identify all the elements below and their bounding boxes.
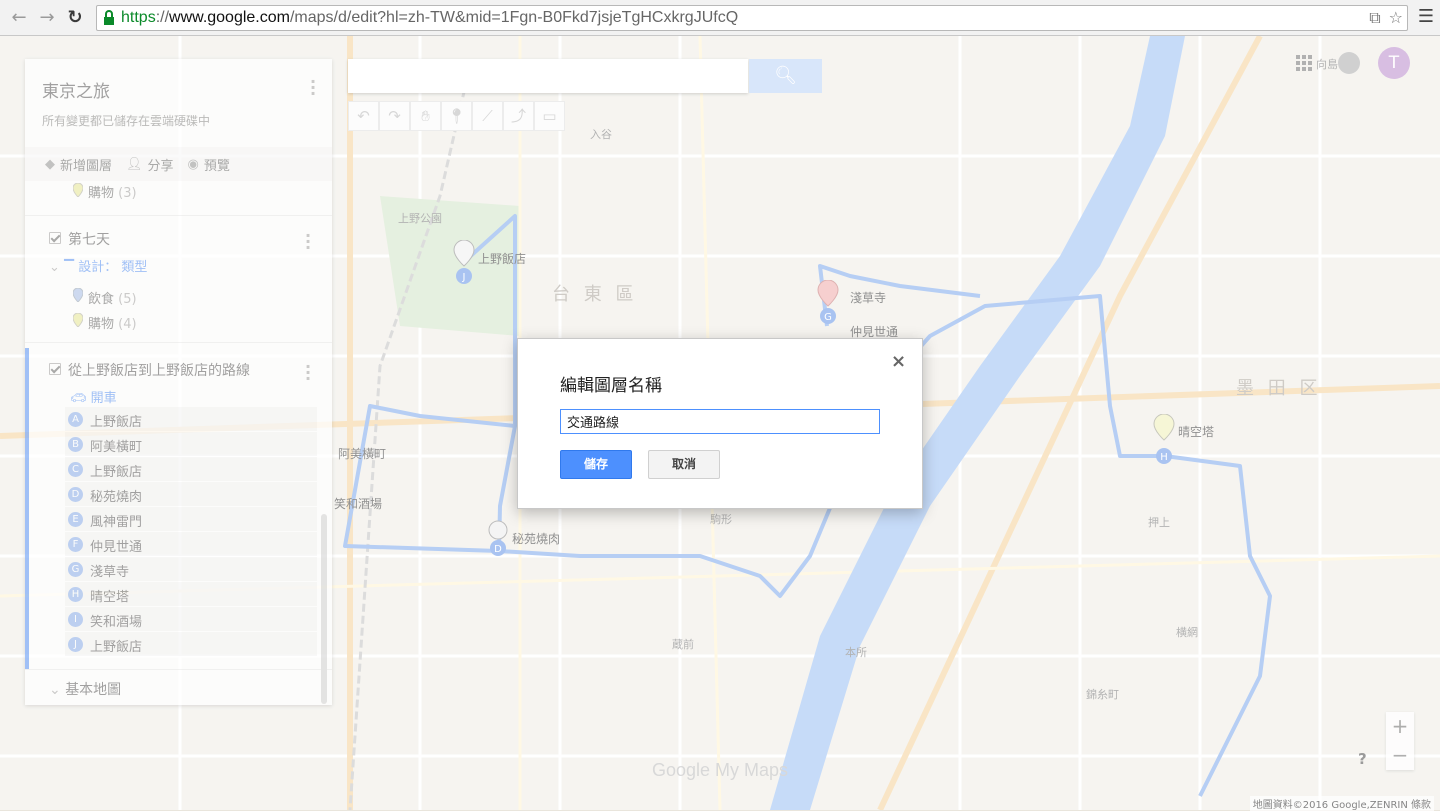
translate-icon[interactable]: ⧉ bbox=[1369, 8, 1380, 28]
layer-name-input[interactable] bbox=[560, 409, 880, 434]
save-button[interactable]: 儲存 bbox=[560, 450, 632, 479]
browser-menu-icon[interactable]: ☰ bbox=[1418, 6, 1434, 27]
cancel-button[interactable]: 取消 bbox=[648, 450, 720, 479]
reload-icon[interactable]: ↻ bbox=[64, 7, 86, 29]
lock-icon bbox=[104, 10, 114, 25]
forward-icon[interactable]: → bbox=[36, 7, 58, 29]
close-icon[interactable]: × bbox=[891, 351, 906, 372]
edit-layer-name-dialog: 編輯圖層名稱 × 儲存 取消 bbox=[517, 338, 923, 509]
url-text: https://www.google.com/maps/d/edit?hl=zh… bbox=[121, 9, 739, 26]
bookmark-star-icon[interactable]: ☆ bbox=[1389, 8, 1403, 28]
back-icon[interactable]: ← bbox=[8, 7, 30, 29]
address-bar[interactable]: https://www.google.com/maps/d/edit?hl=zh… bbox=[96, 5, 1408, 31]
browser-toolbar: ← → ↻ https://www.google.com/maps/d/edit… bbox=[0, 0, 1440, 36]
dialog-title: 編輯圖層名稱 bbox=[560, 376, 662, 396]
